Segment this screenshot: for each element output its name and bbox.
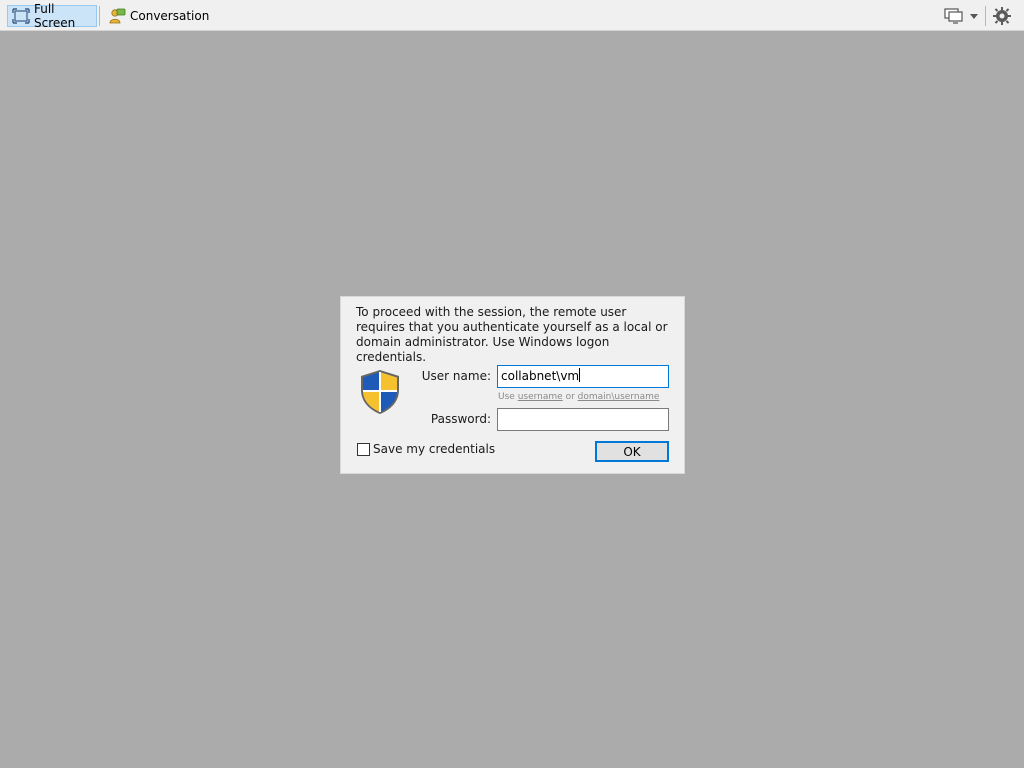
full-screen-button[interactable]: Full Screen [7, 2, 97, 30]
ok-button[interactable]: OK [595, 441, 669, 462]
text-cursor [579, 368, 581, 382]
password-input[interactable] [497, 408, 669, 431]
toolbar-separator [985, 6, 986, 26]
authentication-dialog: To proceed with the session, the remote … [340, 296, 685, 474]
username-value: collabnet\vm [501, 369, 580, 383]
hint-or-text: or [565, 392, 575, 402]
hint-domain-username-text: domain\username [577, 392, 660, 402]
hint-use-text: Use [498, 392, 515, 402]
remote-session-window: Full Screen Conversation To proceed with… [0, 0, 1024, 768]
conversation-button[interactable]: Conversation [104, 5, 209, 27]
save-credentials-option[interactable]: Save my credentials [357, 442, 495, 456]
gear-icon[interactable] [992, 6, 1012, 26]
shield-icon [358, 368, 402, 416]
hint-username-text: username [517, 392, 563, 402]
username-hint: Use username or domain\username [498, 392, 659, 402]
full-screen-icon [12, 8, 30, 24]
save-credentials-label: Save my credentials [373, 442, 496, 456]
toolbar-separator [99, 6, 100, 26]
save-credentials-checkbox[interactable] [357, 442, 370, 456]
conversation-icon [108, 8, 126, 24]
username-label: User name: [421, 369, 491, 383]
full-screen-label: Full Screen [34, 2, 76, 30]
password-label: Password: [430, 412, 491, 426]
dialog-message: To proceed with the session, the remote … [356, 305, 668, 364]
toolbar: Full Screen Conversation [0, 0, 1024, 31]
chevron-down-icon[interactable] [968, 10, 980, 20]
username-input[interactable]: collabnet\vm [497, 365, 669, 388]
conversation-label: Conversation [130, 9, 210, 23]
monitor-icon[interactable] [943, 7, 965, 25]
